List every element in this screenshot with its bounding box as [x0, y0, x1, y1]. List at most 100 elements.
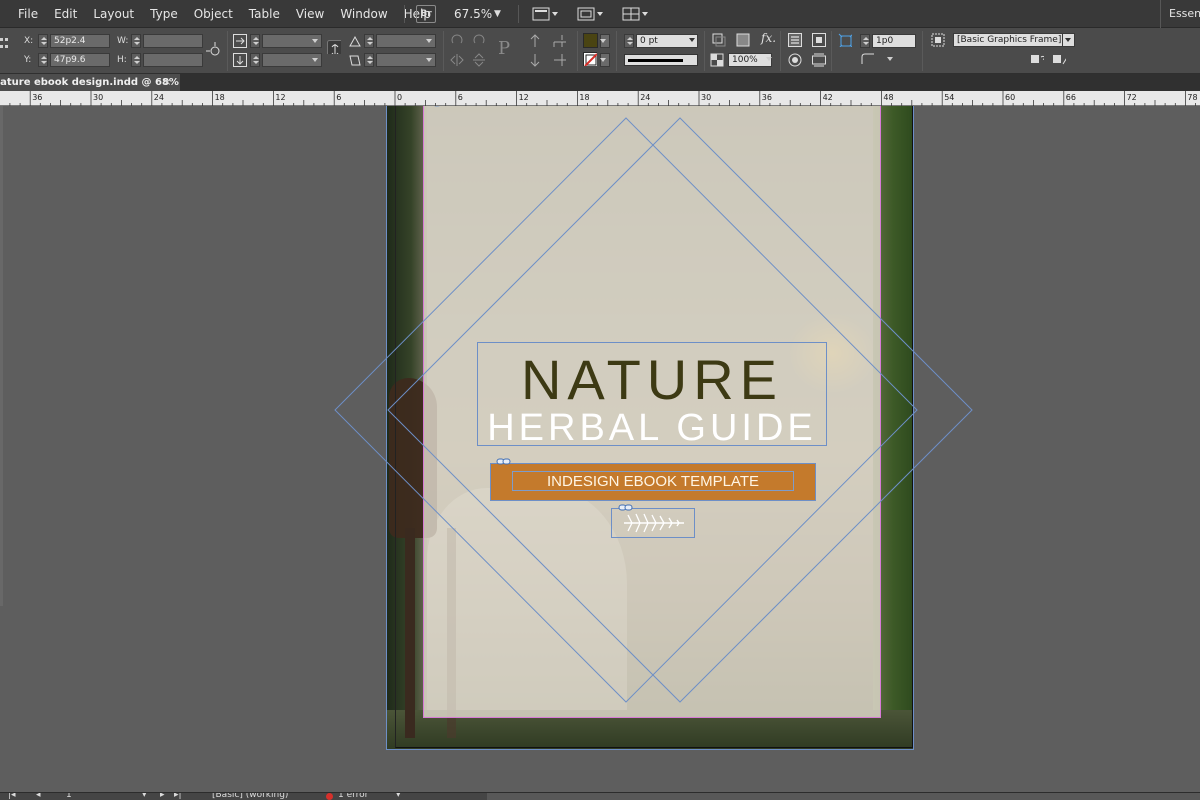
- opacity-dropdown[interactable]: [763, 53, 775, 67]
- close-tab-icon[interactable]: ×: [163, 74, 171, 91]
- select-next-icon[interactable]: [552, 53, 566, 67]
- constrain-proportions-icon[interactable]: [206, 42, 220, 56]
- page-number-field[interactable]: 1: [66, 793, 72, 800]
- select-content-icon[interactable]: [552, 34, 566, 48]
- w-spinner[interactable]: [131, 34, 141, 48]
- rotation-dropdown[interactable]: [376, 34, 436, 48]
- zoom-level[interactable]: 67.5%: [454, 0, 492, 28]
- auto-fit-frame-icon[interactable]: [838, 33, 852, 47]
- ruler-label: 36: [762, 93, 772, 102]
- screen-mode-icon[interactable]: [577, 7, 603, 21]
- previous-page-icon[interactable]: ◂: [36, 793, 41, 800]
- menu-type[interactable]: Type: [142, 0, 186, 28]
- drop-shadow-icon[interactable]: [712, 33, 726, 47]
- y-spinner[interactable]: [38, 53, 48, 67]
- menu-file[interactable]: File: [0, 0, 46, 28]
- page-dropdown-icon[interactable]: ▾: [142, 793, 147, 800]
- gap-spinner[interactable]: [860, 34, 870, 48]
- menu-layout[interactable]: Layout: [85, 0, 142, 28]
- stroke-none-icon[interactable]: [583, 52, 597, 66]
- text-wrap-jump-icon[interactable]: [812, 53, 826, 67]
- scale-x-spinner[interactable]: [250, 34, 260, 48]
- text-wrap-shape-icon[interactable]: [788, 53, 802, 67]
- ruler-label: 36: [32, 93, 42, 102]
- workspace-switcher[interactable]: Essentials: [1160, 0, 1200, 28]
- chain-link-icon[interactable]: [496, 457, 512, 467]
- clear-overrides-icon[interactable]: [1030, 54, 1044, 68]
- horizontal-scrollbar[interactable]: [487, 793, 1200, 800]
- last-page-icon[interactable]: ▸|: [174, 793, 182, 800]
- view-options-icon[interactable]: [532, 7, 558, 21]
- scale-y-icon[interactable]: [233, 53, 247, 67]
- object-style-icon[interactable]: [931, 33, 945, 47]
- chain-link-icon[interactable]: [618, 503, 634, 513]
- ruler-label: 42: [823, 93, 833, 102]
- ruler-label: 18: [215, 93, 225, 102]
- ruler-label: 66: [1066, 93, 1076, 102]
- panel-separator: [922, 31, 923, 71]
- template-banner[interactable]: INDESIGN EBOOK TEMPLATE: [490, 463, 816, 501]
- gap-field[interactable]: 1p0: [872, 34, 916, 48]
- document-tab[interactable]: nature ebook design.indd @ 68% ×: [0, 74, 180, 91]
- flip-vertical-icon[interactable]: [472, 53, 486, 67]
- h-spinner[interactable]: [131, 53, 141, 67]
- frame-link-handle-icon[interactable]: [430, 106, 444, 108]
- opacity-icon[interactable]: [710, 53, 724, 67]
- fill-dropdown[interactable]: [600, 34, 610, 48]
- select-previous-icon[interactable]: [528, 53, 542, 67]
- fx-effects-button[interactable]: fx.: [761, 31, 776, 45]
- shear-spinner[interactable]: [364, 53, 374, 67]
- text-wrap-bounding-icon[interactable]: [812, 33, 826, 47]
- fern-leaf-icon: [624, 513, 684, 533]
- corner-shape-dropdown[interactable]: [884, 53, 896, 67]
- link-scale-icon[interactable]: [327, 40, 341, 54]
- horizontal-ruler[interactable]: 36 30 24 18 12 6 0 6 12 18 24 30 36 42 48 54 60 66 72 78: [0, 91, 1200, 106]
- select-container-icon[interactable]: [528, 34, 542, 48]
- rotate-90-ccw-icon[interactable]: [472, 34, 486, 48]
- reference-point-icon[interactable]: [0, 36, 14, 50]
- next-page-icon[interactable]: ▸: [160, 793, 165, 800]
- menu-window[interactable]: Window: [332, 0, 395, 28]
- preflight-profile[interactable]: [Basic] (working): [212, 793, 288, 800]
- title-text-frame[interactable]: NATURE HERBAL GUIDE: [477, 342, 827, 447]
- corner-shape-icon[interactable]: [860, 52, 874, 66]
- rotate-90-cw-icon[interactable]: [450, 34, 464, 48]
- menu-view[interactable]: View: [288, 0, 332, 28]
- object-style-dropdown[interactable]: [1062, 33, 1075, 47]
- preflight-menu-icon[interactable]: ▾: [396, 793, 401, 800]
- stroke-type-dropdown[interactable]: [624, 54, 698, 66]
- text-wrap-none-icon[interactable]: [788, 33, 802, 47]
- effects-icon[interactable]: [736, 33, 750, 47]
- stroke-weight-dropdown[interactable]: [686, 34, 698, 48]
- ruler-label: 54: [944, 93, 954, 102]
- x-position-field[interactable]: 52p2.4: [50, 34, 110, 48]
- fill-swatch[interactable]: [583, 33, 598, 48]
- menu-table[interactable]: Table: [241, 0, 288, 28]
- menu-object[interactable]: Object: [186, 0, 241, 28]
- scale-y-dropdown[interactable]: [262, 53, 322, 67]
- first-page-icon[interactable]: |◂: [8, 793, 16, 800]
- menu-edit[interactable]: Edit: [46, 0, 85, 28]
- flip-horizontal-icon[interactable]: [450, 53, 464, 67]
- bridge-button[interactable]: Br: [416, 5, 436, 23]
- arrange-documents-icon[interactable]: [622, 7, 648, 21]
- zoom-dropdown-icon[interactable]: ▼: [494, 0, 501, 28]
- scale-x-dropdown[interactable]: [262, 34, 322, 48]
- stroke-dropdown[interactable]: [600, 53, 610, 67]
- pasteboard[interactable]: NATURE HERBAL GUIDE INDESIGN EBOOK TEMPL…: [0, 106, 1200, 792]
- shear-angle-icon[interactable]: [348, 53, 362, 67]
- preflight-errors[interactable]: 1 error: [338, 793, 368, 800]
- y-position-field[interactable]: 47p9.6: [50, 53, 110, 67]
- stroke-weight-spinner[interactable]: [624, 34, 634, 48]
- clear-attributes-icon[interactable]: [1052, 54, 1066, 68]
- object-style-field[interactable]: [Basic Graphics Frame]+: [953, 33, 1075, 47]
- scale-y-spinner[interactable]: [250, 53, 260, 67]
- scale-x-icon[interactable]: [233, 34, 247, 48]
- panel-separator: [616, 31, 617, 71]
- x-spinner[interactable]: [38, 34, 48, 48]
- width-field[interactable]: [143, 34, 203, 48]
- height-field[interactable]: [143, 53, 203, 67]
- rotation-spinner[interactable]: [364, 34, 374, 48]
- rotation-angle-icon[interactable]: [348, 34, 362, 48]
- shear-dropdown[interactable]: [376, 53, 436, 67]
